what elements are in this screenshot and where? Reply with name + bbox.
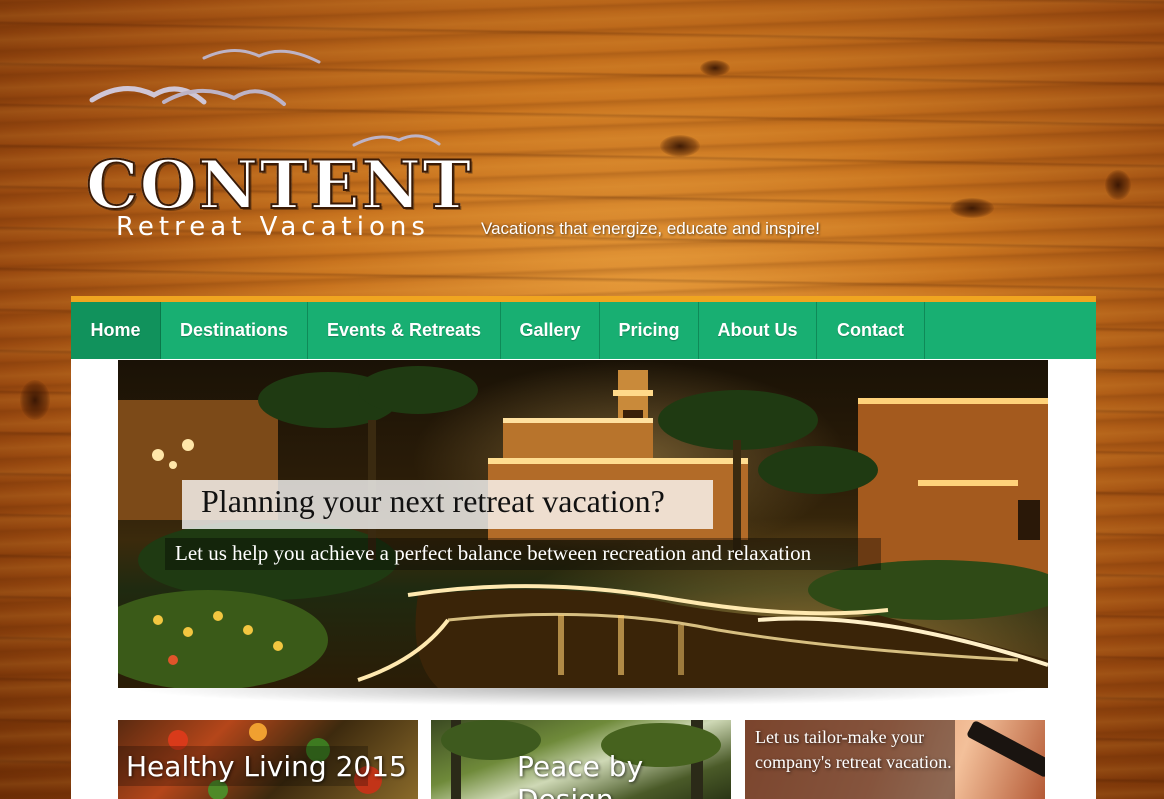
card-tailor-made[interactable]: Let us tailor-make your company's retrea…: [745, 720, 1045, 799]
site-logo[interactable]: CONTENT Retreat Vacations: [84, 40, 472, 250]
hero-title: Planning your next retreat vacation?: [201, 483, 665, 519]
wood-knot: [20, 380, 50, 420]
hero-subtitle: Let us help you achieve a perfect balanc…: [175, 541, 812, 565]
nav-item-destinations[interactable]: Destinations: [161, 302, 308, 359]
wood-knot: [660, 135, 700, 157]
logo-subtitle: Retreat Vacations: [116, 212, 430, 242]
card-healthy-living[interactable]: Healthy Living 2015: [118, 720, 418, 799]
wood-knot: [950, 198, 994, 218]
pen-image: [966, 720, 1045, 779]
card-label: Healthy Living 2015: [126, 750, 407, 783]
main-nav: Home Destinations Events & Retreats Gall…: [71, 302, 1096, 359]
wood-knot: [1105, 170, 1131, 200]
site-tagline: Vacations that energize, educate and ins…: [481, 219, 820, 238]
nav-item-pricing[interactable]: Pricing: [600, 302, 699, 359]
nav-item-events-retreats[interactable]: Events & Retreats: [308, 302, 501, 359]
nav-item-home[interactable]: Home: [71, 302, 161, 359]
card-label: Peace by Design: [517, 750, 644, 799]
nav-item-gallery[interactable]: Gallery: [501, 302, 600, 359]
card-peace-by-design[interactable]: Peace by Design: [431, 720, 731, 799]
card-label: Let us tailor-make your company's retrea…: [755, 727, 952, 772]
hero-shadow: [128, 688, 1038, 706]
birds-icon: [89, 49, 441, 147]
nav-item-about-us[interactable]: About Us: [699, 302, 817, 359]
nav-item-contact[interactable]: Contact: [817, 302, 925, 359]
wood-knot: [700, 60, 730, 76]
